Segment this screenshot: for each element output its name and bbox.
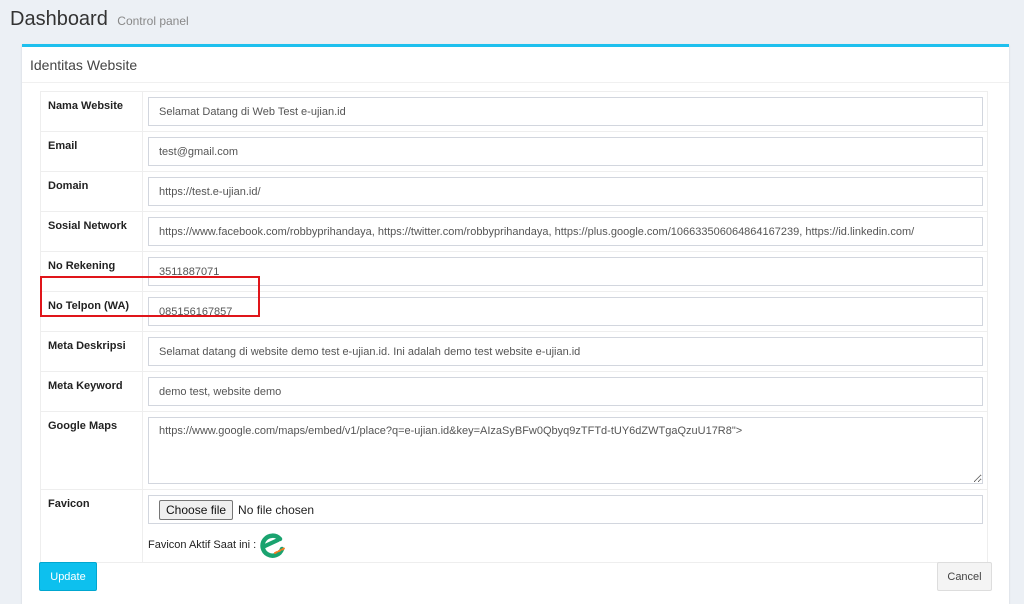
email-label: Email: [40, 131, 143, 172]
page-title: Dashboard: [10, 8, 108, 30]
e-ujian-logo-icon: [260, 533, 287, 558]
sosial-network-input[interactable]: [148, 217, 983, 246]
meta-deskripsi-input[interactable]: [148, 337, 983, 366]
page-header: Dashboard Control panel: [10, 8, 189, 38]
table-row: No Rekening: [40, 251, 988, 292]
no-telpon-input[interactable]: [148, 297, 983, 326]
table-row: Meta Keyword: [40, 371, 988, 412]
cancel-button[interactable]: Cancel: [937, 562, 992, 591]
google-maps-label: Google Maps: [40, 411, 143, 490]
table-row: Nama Website: [40, 91, 988, 132]
table-row: Meta Deskripsi: [40, 331, 988, 372]
no-rekening-input[interactable]: [148, 257, 983, 286]
nama-website-label: Nama Website: [40, 91, 143, 132]
no-telpon-label: No Telpon (WA): [40, 291, 143, 332]
identity-form-table: Nama Website Email Domain Sosial Network…: [40, 91, 988, 563]
table-row: Google Maps https://www.google.com/maps/…: [40, 411, 988, 490]
table-row: No Telpon (WA): [40, 291, 988, 332]
update-button[interactable]: Update: [39, 562, 97, 591]
domain-input[interactable]: [148, 177, 983, 206]
email-input[interactable]: [148, 137, 983, 166]
nama-website-input[interactable]: [148, 97, 983, 126]
table-row: Sosial Network: [40, 211, 988, 252]
sosial-network-label: Sosial Network: [40, 211, 143, 252]
meta-keyword-input[interactable]: [148, 377, 983, 406]
table-row: Domain: [40, 171, 988, 212]
favicon-active-label: Favicon Aktif Saat ini :: [148, 539, 257, 551]
favicon-label: Favicon: [40, 489, 143, 563]
table-row: Favicon Choose file No file chosen Favic…: [40, 489, 988, 563]
meta-keyword-label: Meta Keyword: [40, 371, 143, 412]
page-subtitle: Control panel: [117, 14, 189, 28]
choose-file-button[interactable]: Choose file: [159, 499, 234, 520]
file-status-text: No file chosen: [238, 502, 315, 517]
box-title: Identitas Website: [22, 47, 1009, 83]
domain-label: Domain: [40, 171, 143, 212]
meta-deskripsi-label: Meta Deskripsi: [40, 331, 143, 372]
identity-box: Identitas Website Nama Website Email Dom…: [22, 44, 1009, 604]
no-rekening-label: No Rekening: [40, 251, 143, 292]
google-maps-textarea[interactable]: https://www.google.com/maps/embed/v1/pla…: [148, 417, 983, 484]
favicon-file-input[interactable]: Choose file No file chosen: [148, 495, 983, 524]
table-row: Email: [40, 131, 988, 172]
favicon-active-row: Favicon Aktif Saat ini :: [148, 531, 983, 559]
